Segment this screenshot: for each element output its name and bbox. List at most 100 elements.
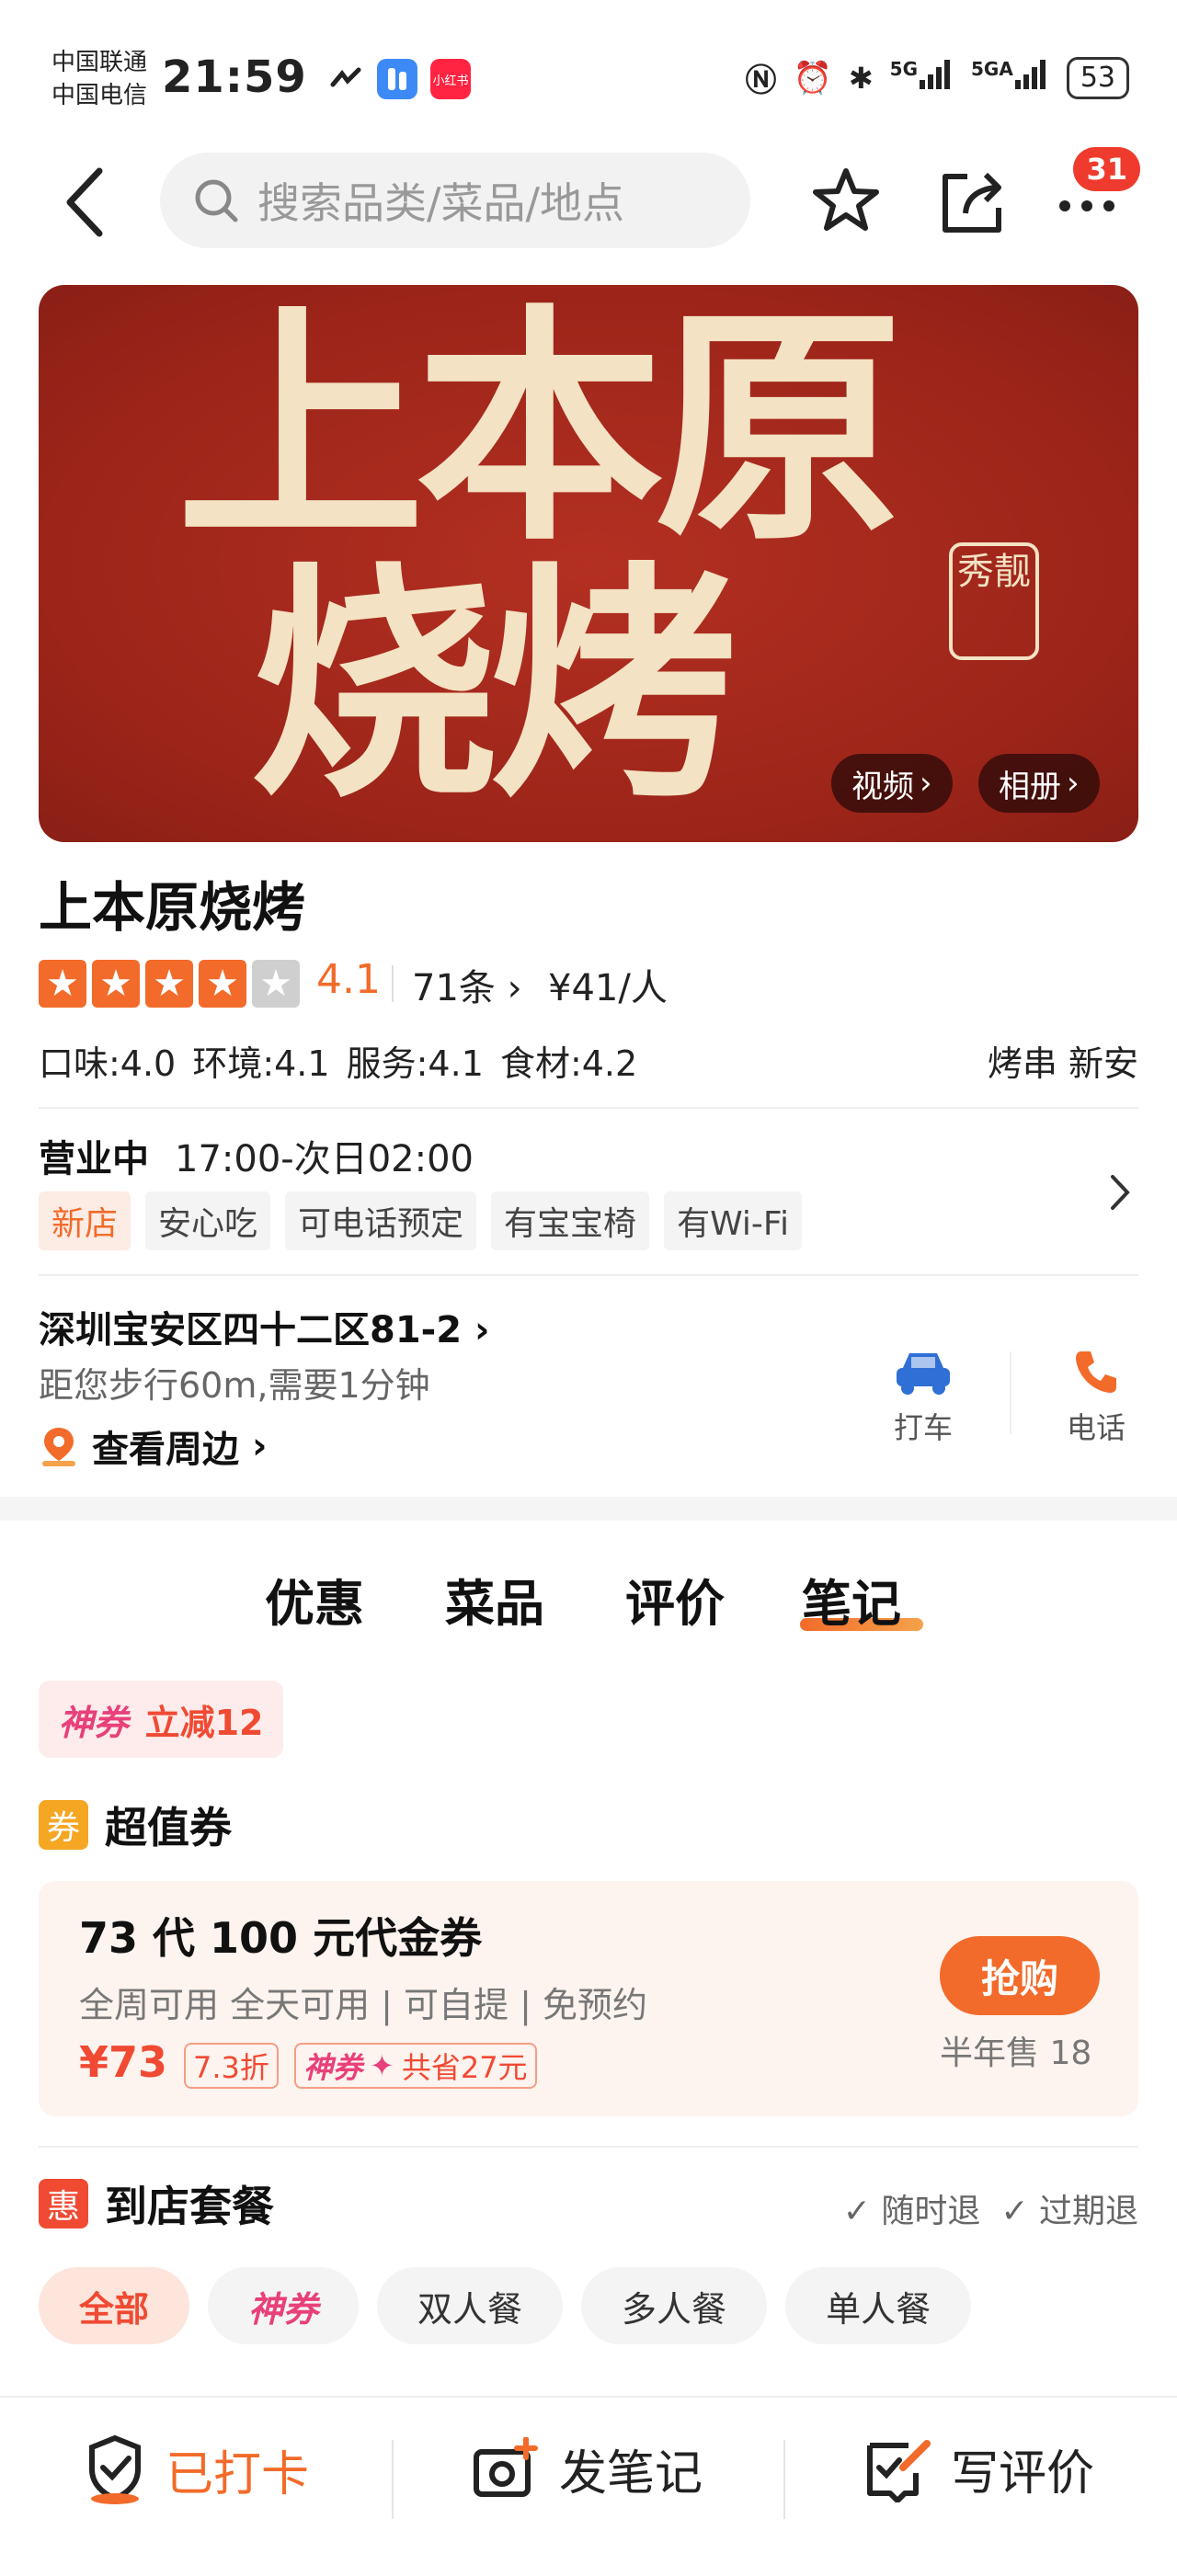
hours-detail-button[interactable] bbox=[1105, 1171, 1133, 1217]
back-button[interactable] bbox=[59, 165, 114, 239]
divider bbox=[39, 2146, 1138, 2148]
album-label: 相册 bbox=[999, 768, 1061, 805]
check-circle-icon: ✓ bbox=[842, 2193, 871, 2230]
phone-icon bbox=[1076, 1351, 1116, 1393]
voucher-section-header: 券 超值券 bbox=[39, 1795, 232, 1855]
chevron-right-icon: › bbox=[462, 1309, 490, 1351]
video-button[interactable]: 视频 › bbox=[831, 754, 953, 813]
write-review-button[interactable]: 写评价 bbox=[863, 2434, 1094, 2503]
clock: 21:59 bbox=[162, 51, 307, 103]
chevron-right-icon bbox=[1111, 1175, 1130, 1210]
phone-button[interactable]: 电话 bbox=[1041, 1346, 1151, 1447]
package-section-header: 惠 到店套餐 bbox=[39, 2173, 274, 2234]
sparkle-icon: ✦ bbox=[370, 2048, 394, 2083]
voucher-save-tag: 神券 ✦ 共省27元 bbox=[294, 2043, 537, 2089]
video-label: 视频 bbox=[851, 768, 914, 805]
chevron-left-icon bbox=[66, 167, 103, 237]
checkin-label: 已打卡 bbox=[166, 2446, 310, 2502]
nearby-link[interactable]: 查看周边 › bbox=[39, 1419, 267, 1473]
section-gap bbox=[0, 1497, 1177, 1521]
filter-double-meal[interactable]: 双人餐 bbox=[377, 2267, 564, 2344]
shop-banner[interactable]: 上本原 烧烤 秀靓 视频 › 相册 › bbox=[39, 285, 1138, 842]
share-button[interactable] bbox=[932, 162, 1010, 239]
checkin-button[interactable]: 已打卡 bbox=[83, 2434, 309, 2504]
divider bbox=[39, 1107, 1138, 1109]
save-amount: 共省27元 bbox=[401, 2050, 528, 2085]
shop-categories: 烤串 新安 bbox=[987, 1043, 1138, 1084]
tab-dishes[interactable]: 菜品 bbox=[445, 1563, 544, 1636]
voucher-title: 73 代 100 元代金券 bbox=[79, 1913, 483, 1963]
taxi-label: 打车 bbox=[893, 1410, 953, 1445]
alarm-icon: ⏰ bbox=[793, 59, 832, 97]
carrier-1: 中国联通 bbox=[51, 49, 148, 76]
shen-coupon-label: 神券 bbox=[58, 1702, 129, 1743]
shen-coupon-chip[interactable]: 神券 立减12 bbox=[39, 1681, 283, 1758]
refund-policy: ✓ 随时退 ✓ 过期退 bbox=[843, 2184, 1138, 2232]
favorite-button[interactable] bbox=[807, 162, 885, 239]
star-filled-icon: ★ bbox=[39, 960, 86, 1008]
address-link[interactable]: 深圳宝安区四十二区81-2 › bbox=[39, 1300, 490, 1353]
review-count-link[interactable]: 71条 › bbox=[412, 958, 522, 1011]
share-icon bbox=[943, 172, 1001, 233]
shen-label: 神券 bbox=[303, 2050, 363, 2085]
write-review-label: 写评价 bbox=[951, 2446, 1095, 2502]
divider bbox=[392, 965, 394, 1002]
notification-badge: 31 bbox=[1073, 147, 1140, 191]
filter-all[interactable]: 全部 bbox=[39, 2267, 190, 2344]
divider bbox=[1010, 1351, 1011, 1434]
open-status: 营业中 bbox=[39, 1138, 149, 1180]
filter-shen-coupon[interactable]: 神券 bbox=[208, 2267, 360, 2344]
star-filled-icon: ★ bbox=[92, 960, 140, 1008]
chevron-right-icon: › bbox=[1067, 765, 1080, 802]
nearby-label: 查看周边 bbox=[92, 1429, 239, 1471]
tag-new-shop: 新店 bbox=[39, 1191, 131, 1250]
search-icon bbox=[195, 179, 238, 222]
package-filter-bar: 全部 神券 双人餐 多人餐 单人餐 bbox=[39, 2267, 972, 2344]
tag-safe-eat: 安心吃 bbox=[145, 1191, 271, 1250]
post-note-button[interactable]: 发笔记 bbox=[471, 2434, 703, 2503]
chevron-right-icon: › bbox=[920, 765, 932, 802]
star-rating: ★ ★ ★ ★ ★ bbox=[39, 960, 300, 1008]
voucher-icon: 券 bbox=[39, 1800, 88, 1850]
refund-anytime-label: 随时退 bbox=[881, 2193, 981, 2230]
chevron-right-icon: › bbox=[252, 1425, 268, 1467]
discount-label: 立减12 bbox=[144, 1702, 264, 1743]
signal-2: 5GA bbox=[971, 58, 1050, 97]
check-circle-icon: ✓ bbox=[1000, 2193, 1029, 2230]
tag-wifi: 有Wi-Fi bbox=[664, 1191, 802, 1250]
tab-notes[interactable]: 笔记 bbox=[802, 1563, 901, 1636]
tab-reviews[interactable]: 评价 bbox=[625, 1563, 725, 1636]
banner-seal: 秀靓 bbox=[949, 542, 1039, 660]
tag-phone-booking: 可电话预定 bbox=[285, 1191, 477, 1250]
package-section-title: 到店套餐 bbox=[105, 2182, 274, 2231]
sub-scores: 口味:4.0 环境:4.1 服务:4.1 食材:4.2 bbox=[39, 1043, 638, 1084]
package-icon: 惠 bbox=[39, 2179, 88, 2228]
chat-app-icon bbox=[377, 59, 417, 99]
average-price: ¥41/人 bbox=[548, 967, 668, 1009]
star-icon bbox=[813, 168, 879, 231]
search-input[interactable]: 搜索品类/菜品/地点 bbox=[160, 153, 750, 248]
refund-expired-label: 过期退 bbox=[1038, 2193, 1138, 2230]
taxi-button[interactable]: 打车 bbox=[868, 1346, 978, 1447]
refund-expired: ✓ 过期退 bbox=[1000, 2184, 1138, 2232]
bluetooth-icon: ✱ bbox=[848, 60, 874, 96]
status-indicators: Ⓝ ⏰ ✱ 5G 5GA 53 bbox=[746, 55, 1129, 100]
star-filled-icon: ★ bbox=[199, 960, 246, 1008]
banner-title-line2: 烧烤 bbox=[250, 539, 737, 831]
tab-deals[interactable]: 优惠 bbox=[265, 1563, 364, 1636]
search-placeholder: 搜索品类/菜品/地点 bbox=[257, 178, 624, 228]
location-pin-icon bbox=[42, 1428, 75, 1466]
voucher-discount-tag: 7.3折 bbox=[184, 2043, 279, 2089]
phone-label: 电话 bbox=[1066, 1410, 1126, 1445]
filter-group-meal[interactable]: 多人餐 bbox=[581, 2267, 768, 2344]
xiaohongshu-app-icon: 小红书 bbox=[430, 59, 471, 99]
buy-button[interactable]: 抢购 bbox=[940, 1936, 1100, 2015]
star-empty-icon: ★ bbox=[252, 960, 300, 1008]
link-app-icon bbox=[330, 67, 361, 87]
filter-single-meal[interactable]: 单人餐 bbox=[785, 2267, 972, 2344]
edit-review-icon bbox=[867, 2439, 931, 2502]
album-button[interactable]: 相册 › bbox=[978, 754, 1100, 813]
sold-count: 半年售 18 bbox=[940, 2035, 1092, 2072]
refund-anytime: ✓ 随时退 bbox=[843, 2184, 981, 2232]
post-note-label: 发笔记 bbox=[559, 2446, 703, 2502]
